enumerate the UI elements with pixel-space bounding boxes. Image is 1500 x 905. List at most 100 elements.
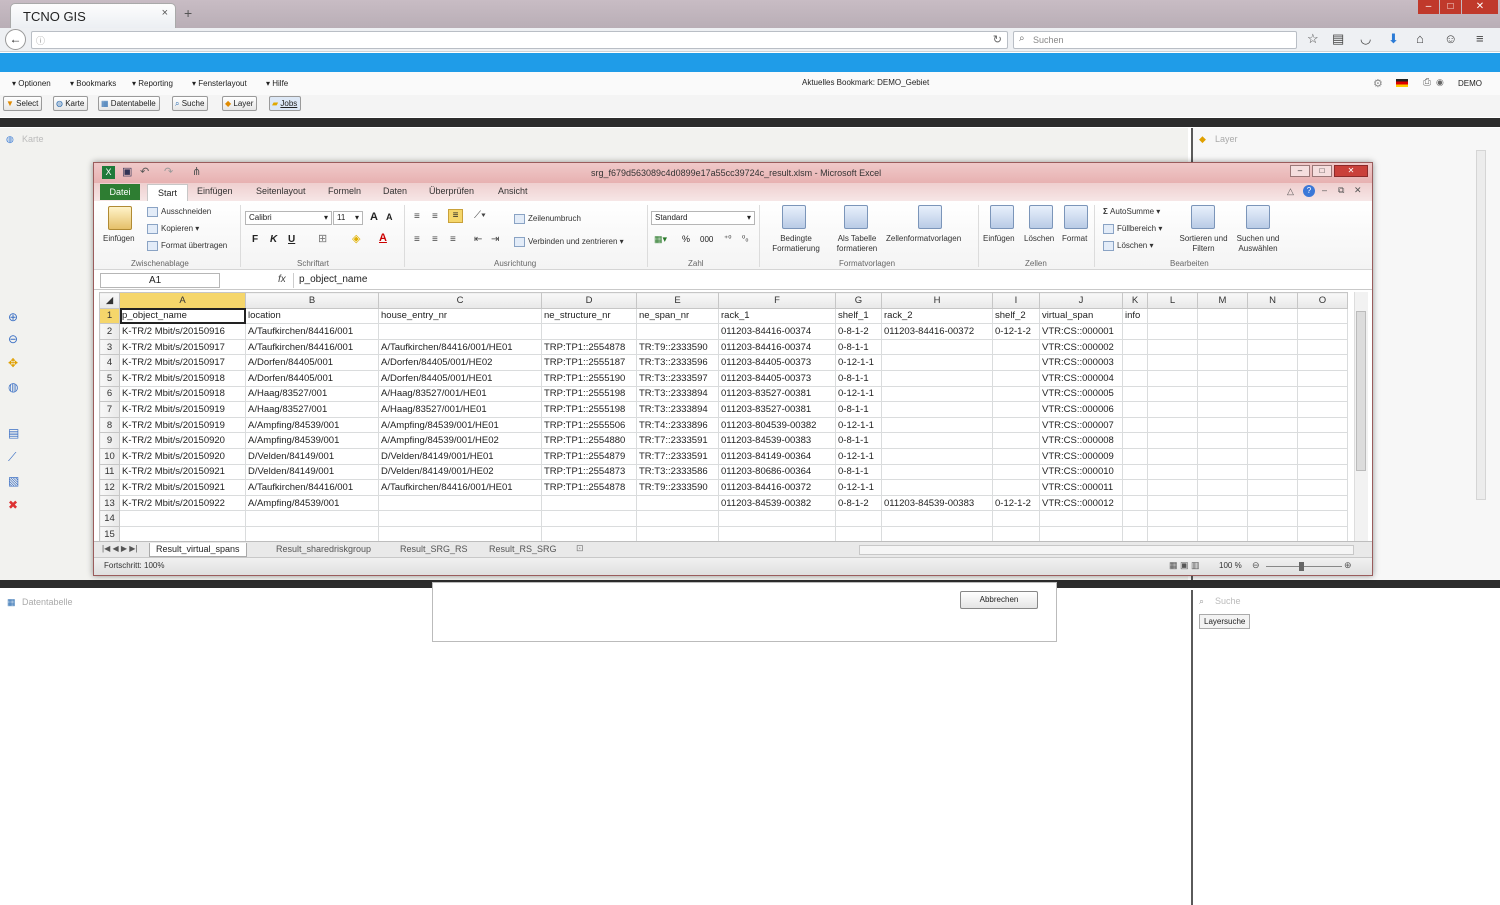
- minimize-icon[interactable]: –: [1418, 0, 1439, 14]
- merge-center-button[interactable]: Verbinden und zentrieren ▾: [514, 237, 624, 247]
- bookmark-star-icon[interactable]: ☆: [1307, 31, 1319, 47]
- cell[interactable]: [835, 510, 882, 527]
- cell[interactable]: ne_structure_nr: [541, 307, 637, 325]
- format-cells-button[interactable]: Format: [1062, 234, 1087, 243]
- cell[interactable]: [992, 432, 1040, 449]
- cell[interactable]: [636, 525, 719, 541]
- cell[interactable]: [1247, 494, 1298, 512]
- cell[interactable]: [1147, 323, 1198, 340]
- cell[interactable]: [1039, 525, 1123, 541]
- cell[interactable]: [1197, 354, 1248, 371]
- cell[interactable]: [881, 447, 993, 465]
- fill-color-icon[interactable]: ◈: [352, 232, 360, 245]
- cell[interactable]: 0-8-1-1: [835, 432, 882, 449]
- cell[interactable]: 0-8-1-1: [835, 401, 882, 418]
- cell[interactable]: VTR:CS::000011: [1039, 479, 1123, 496]
- cell[interactable]: [1247, 307, 1298, 325]
- cell[interactable]: 0-12-1-1: [835, 416, 882, 434]
- font-name-select[interactable]: Calibri ▾: [245, 211, 332, 225]
- cell[interactable]: [1147, 525, 1198, 541]
- reload-icon[interactable]: ↻: [993, 33, 1002, 46]
- clear-icon[interactable]: ✖: [8, 498, 18, 512]
- cell[interactable]: A/Taufkirchen/84416/001/HE01: [378, 338, 542, 356]
- find-select-button[interactable]: Suchen und Auswählen: [1232, 234, 1284, 254]
- home-icon[interactable]: ⌂: [1416, 31, 1424, 46]
- align-top-icon[interactable]: ≡: [414, 211, 420, 222]
- paste-icon[interactable]: [108, 206, 132, 230]
- layer-scrollbar[interactable]: [1476, 150, 1486, 500]
- quick-access-icon[interactable]: ⋔: [192, 165, 201, 178]
- spreadsheet-grid[interactable]: ◢ A B C D E F G H I J K L M N O 1 p_object_name location h…: [99, 292, 1352, 541]
- maximize-icon[interactable]: □: [1440, 0, 1461, 14]
- cell[interactable]: TR:T7::2333591: [636, 432, 719, 449]
- currency-icon[interactable]: ▦▾: [654, 234, 667, 245]
- cell[interactable]: TRP:TP1::2554878: [541, 479, 637, 496]
- cell[interactable]: [1147, 510, 1198, 527]
- cell[interactable]: shelf_1: [835, 307, 882, 325]
- sheet-tab-srg-rs[interactable]: Result_SRG_RS: [394, 543, 474, 557]
- cell[interactable]: TR:T3::2333596: [636, 354, 719, 371]
- cell[interactable]: D/Velden/84149/001/HE01: [378, 447, 542, 465]
- doc-close-icon[interactable]: ✕: [1354, 185, 1362, 196]
- menu-optionen[interactable]: ▾ Optionen: [12, 79, 51, 88]
- layersuche-tab[interactable]: Layersuche: [1199, 614, 1251, 629]
- cell[interactable]: TRP:TP1::2555190: [541, 369, 637, 387]
- cell[interactable]: A/Ampfing/84539/001: [245, 432, 379, 449]
- cell[interactable]: [1197, 510, 1248, 527]
- doc-minimize-icon[interactable]: –: [1322, 185, 1327, 195]
- cell[interactable]: [1147, 338, 1198, 356]
- cell[interactable]: [1297, 401, 1348, 418]
- row-header[interactable]: 15: [99, 525, 120, 541]
- cell[interactable]: A/Haag/83527/001/HE01: [378, 385, 542, 403]
- cell[interactable]: K-TR/2 Mbit/s/20150919: [119, 416, 246, 434]
- cell[interactable]: VTR:CS::000004: [1039, 369, 1123, 387]
- undo-icon[interactable]: ↶: [140, 165, 149, 178]
- cell[interactable]: [1197, 338, 1248, 356]
- cell[interactable]: VTR:CS::000005: [1039, 385, 1123, 403]
- url-bar[interactable]: ⓘ ↻: [31, 31, 1008, 49]
- italic-button[interactable]: K: [270, 234, 277, 245]
- cell[interactable]: [541, 323, 637, 340]
- cell[interactable]: [881, 432, 993, 449]
- cell[interactable]: A/Haag/83527/001: [245, 385, 379, 403]
- column-header-h[interactable]: H: [881, 292, 993, 309]
- cell[interactable]: rack_1: [718, 307, 836, 325]
- autosum-button[interactable]: Σ AutoSumme ▾: [1103, 207, 1160, 216]
- zoom-out-icon[interactable]: ⊖: [8, 332, 18, 346]
- redo-icon[interactable]: ↷: [164, 165, 173, 178]
- cell[interactable]: TRP:TP1::2555198: [541, 385, 637, 403]
- align-left-icon[interactable]: ≡: [414, 234, 420, 245]
- cell[interactable]: shelf_2: [992, 307, 1040, 325]
- sheet-tab-rs-srg[interactable]: Result_RS_SRG: [483, 543, 563, 557]
- align-middle-icon[interactable]: ≡: [432, 211, 438, 222]
- number-format-select[interactable]: Standard ▾: [651, 211, 755, 225]
- formula-input[interactable]: p_object_name: [293, 273, 1359, 288]
- cell[interactable]: [992, 416, 1040, 434]
- cell[interactable]: house_entry_nr: [378, 307, 542, 325]
- cell[interactable]: [1247, 510, 1298, 527]
- cell[interactable]: [1297, 525, 1348, 541]
- cell[interactable]: [1297, 416, 1348, 434]
- cell[interactable]: D/Velden/84149/001: [245, 463, 379, 481]
- cell[interactable]: TRP:TP1::2554873: [541, 463, 637, 481]
- cell[interactable]: A/Dorfen/84405/001/HE02: [378, 354, 542, 371]
- row-header[interactable]: 6: [99, 385, 120, 403]
- row-header[interactable]: 10: [99, 447, 120, 465]
- border-icon[interactable]: ⊞: [318, 232, 327, 245]
- cell[interactable]: K-TR/2 Mbit/s/20150920: [119, 447, 246, 465]
- cell[interactable]: [992, 447, 1040, 465]
- cell[interactable]: p_object_name: [119, 307, 246, 325]
- cell[interactable]: 0-12-1-1: [835, 447, 882, 465]
- tab-ueberpruefen[interactable]: Überprüfen: [429, 186, 474, 196]
- cell[interactable]: location: [245, 307, 379, 325]
- cell[interactable]: [1147, 494, 1198, 512]
- wrap-text-button[interactable]: Zeilenumbruch: [514, 214, 581, 224]
- cell[interactable]: TR:T9::2333590: [636, 338, 719, 356]
- cell[interactable]: [1147, 432, 1198, 449]
- suche-button[interactable]: ⌕ Suche: [172, 96, 209, 111]
- cell[interactable]: [881, 369, 993, 387]
- cell[interactable]: [378, 494, 542, 512]
- edit-icon[interactable]: ▤: [8, 426, 19, 440]
- tab-daten[interactable]: Daten: [383, 186, 407, 196]
- cell[interactable]: 0-8-1-2: [835, 494, 882, 512]
